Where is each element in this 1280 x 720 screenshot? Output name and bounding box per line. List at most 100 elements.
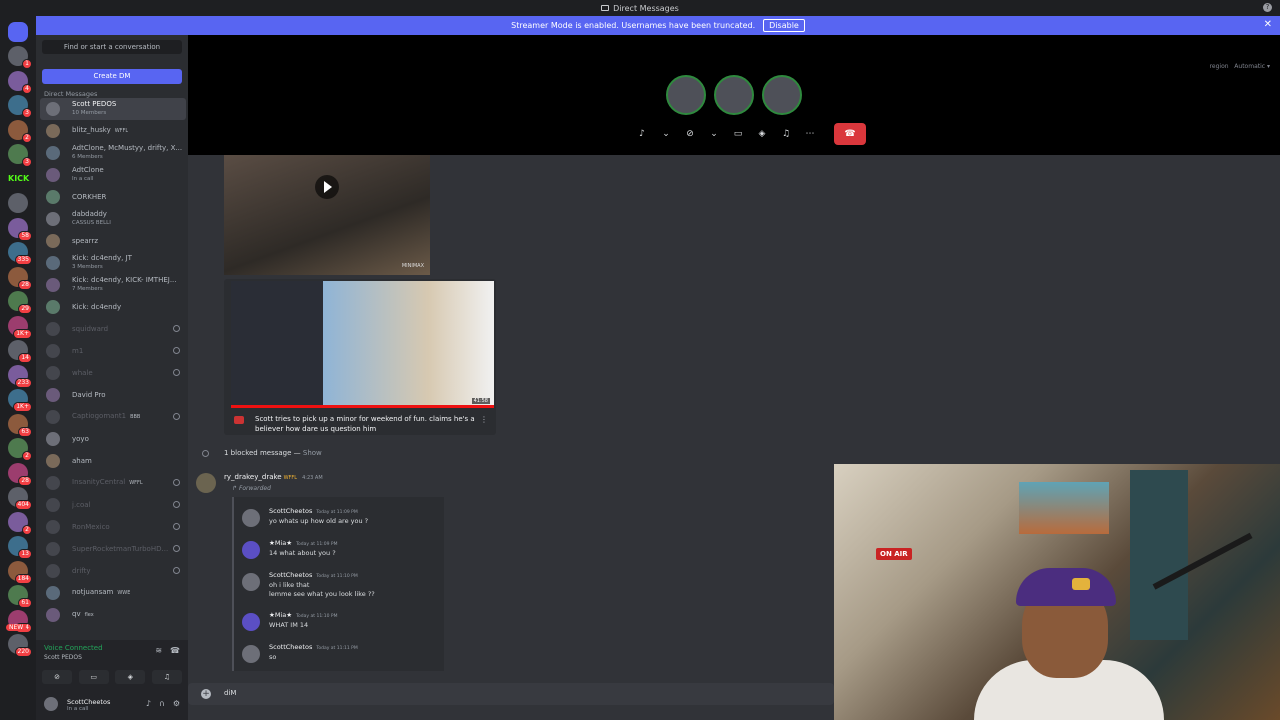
server-icon[interactable]: 2 [8, 511, 32, 535]
embed-title[interactable]: Scott tries to pick up a minor for weeke… [255, 414, 477, 434]
server-icon[interactable]: 14 [8, 340, 32, 363]
dm-item[interactable]: m1 [40, 340, 186, 362]
server-icon[interactable]: 1K+ [8, 315, 32, 339]
unread-badge: 233 [14, 377, 32, 388]
activity-icon[interactable]: ◈ [754, 129, 770, 139]
help-icon[interactable]: ? [1263, 3, 1272, 12]
mic-icon[interactable]: ♪ [634, 129, 650, 139]
dm-item[interactable]: spearrz [40, 230, 186, 252]
server-icon[interactable]: 29 [8, 291, 32, 314]
message-author-avatar[interactable] [196, 473, 216, 493]
composer-text[interactable]: diM [224, 689, 236, 697]
dm-item[interactable]: Kick: dc4endy, KICK- IMTHEJ... 7 Members [40, 274, 186, 296]
server-icon[interactable]: 1 [8, 46, 32, 69]
dm-item[interactable]: drifty [40, 560, 186, 582]
disable-streamer-mode-button[interactable]: Disable [763, 19, 805, 32]
dm-item[interactable]: qv flex [40, 604, 186, 626]
call-participant-avatar[interactable] [666, 75, 706, 115]
server-icon[interactable] [8, 193, 28, 213]
user-name[interactable]: ScottCheetos [67, 698, 110, 706]
video-attachment[interactable]: MINIMAX [224, 155, 430, 275]
noise-suppression-icon[interactable]: ≋ [155, 646, 162, 655]
kick-server-icon[interactable]: KICK [8, 169, 29, 189]
play-icon[interactable] [315, 175, 339, 199]
user-avatar[interactable] [44, 697, 58, 711]
soundboard-button[interactable]: ♫ [151, 670, 182, 684]
unread-badge: 3 [22, 157, 32, 167]
screen-share-icon[interactable]: ▭ [730, 129, 746, 139]
server-icon[interactable]: 335 [8, 242, 32, 265]
show-blocked-link[interactable]: Show [303, 449, 322, 457]
server-icon[interactable]: 184 [8, 560, 32, 584]
dm-item[interactable]: Scott PEDOS 10 Members [40, 98, 186, 120]
call-participant-avatar[interactable] [714, 75, 754, 115]
region-selector[interactable]: region Automatic ▾ [1210, 63, 1270, 70]
voice-actions: ⊘ ▭ ◈ ♫ [42, 670, 182, 684]
dm-name: aham [72, 456, 92, 465]
server-icon[interactable]: 61 [8, 585, 32, 608]
dm-item[interactable]: aham [40, 450, 186, 472]
gear-icon[interactable]: ⚙ [173, 699, 180, 708]
voice-channel[interactable]: Scott PEDOS [44, 654, 82, 661]
server-icon[interactable]: 4 [8, 70, 32, 94]
window-titlebar: Direct Messages ? [0, 0, 1280, 16]
server-icon[interactable]: 13 [8, 536, 32, 559]
server-icon[interactable]: 2 [8, 119, 32, 143]
camera-off-button[interactable]: ⊘ [42, 670, 72, 684]
dm-item[interactable]: RonMexico [40, 516, 186, 538]
chevron-down-icon[interactable]: ⌄ [658, 129, 674, 139]
disconnect-icon[interactable]: ☎ [170, 646, 180, 655]
message-author[interactable]: ry_drakey_drake [224, 473, 282, 481]
server-icon[interactable]: 58 [8, 217, 32, 241]
voice-status[interactable]: Voice Connected [44, 644, 103, 652]
soundboard-icon[interactable]: ♫ [778, 129, 794, 139]
dm-item[interactable]: David Pro [40, 384, 186, 406]
server-icon[interactable]: 3 [8, 95, 32, 118]
call-participant-avatar[interactable] [762, 75, 802, 115]
dm-item[interactable]: blitz_husky WFFL [40, 120, 186, 142]
more-options-icon[interactable]: ⋮ [480, 415, 488, 424]
dm-item[interactable]: CORKHER [40, 186, 186, 208]
dm-subtext: 10 Members [72, 110, 107, 116]
server-icon[interactable]: 3 [8, 144, 32, 167]
create-dm-button[interactable]: Create DM [42, 69, 182, 84]
activity-button[interactable]: ◈ [115, 670, 146, 684]
dm-item[interactable]: SuperRocketmanTurboHD... [40, 538, 186, 560]
mic-icon[interactable]: ♪ [146, 699, 151, 708]
dm-item[interactable]: AdtClone, McMustyy, drifty, X... 6 Member… [40, 142, 186, 164]
search-conversation-input[interactable]: Find or start a conversation [42, 40, 182, 54]
dm-item[interactable]: Captiogomant1 BBB [40, 406, 186, 428]
server-icon[interactable]: 63 [8, 413, 32, 437]
dm-item[interactable]: dabdaddy CASSUS BELLI [40, 208, 186, 230]
dm-item[interactable]: whale [40, 362, 186, 384]
more-icon[interactable]: ⋯ [802, 129, 818, 139]
dm-item[interactable]: j.coal [40, 494, 186, 516]
dm-item[interactable]: Kick: dc4endy [40, 296, 186, 318]
close-banner-icon[interactable]: ✕ [1264, 19, 1272, 30]
server-icon[interactable]: 233 [8, 364, 32, 388]
dm-item[interactable]: InsanityCentral WFFL [40, 472, 186, 494]
server-icon[interactable]: 1K+ [8, 389, 32, 412]
server-icon[interactable]: 404 [8, 487, 32, 510]
hang-up-button[interactable]: ☎ [834, 123, 866, 145]
dm-item[interactable]: squidward [40, 318, 186, 340]
server-icon[interactable]: 220 [8, 634, 32, 657]
server-icon[interactable]: 2 [8, 438, 32, 461]
embed-video-thumbnail[interactable]: 41:58 [231, 281, 494, 408]
add-attachment-icon[interactable]: + [201, 689, 211, 699]
dm-text: notjuansam WWE [72, 588, 130, 598]
dm-item[interactable]: notjuansam WWE [40, 582, 186, 604]
dm-item[interactable]: yoyo [40, 428, 186, 450]
dm-item[interactable]: AdtClone In a call [40, 164, 186, 186]
dm-item[interactable]: Kick: dc4endy, JT 3 Members [40, 252, 186, 274]
dm-text: RonMexico [72, 523, 110, 532]
message-composer[interactable]: + diM [188, 683, 834, 705]
chevron-down-icon[interactable]: ⌄ [706, 129, 722, 139]
dm-text: qv flex [72, 610, 94, 620]
headset-icon[interactable]: ∩ [159, 699, 165, 708]
discord-home-icon[interactable] [8, 22, 28, 42]
screen-share-button[interactable]: ▭ [78, 670, 109, 684]
server-icon[interactable]: 28 [8, 462, 32, 486]
camera-off-icon[interactable]: ⊘ [682, 129, 698, 139]
server-icon[interactable]: 28 [8, 266, 32, 290]
